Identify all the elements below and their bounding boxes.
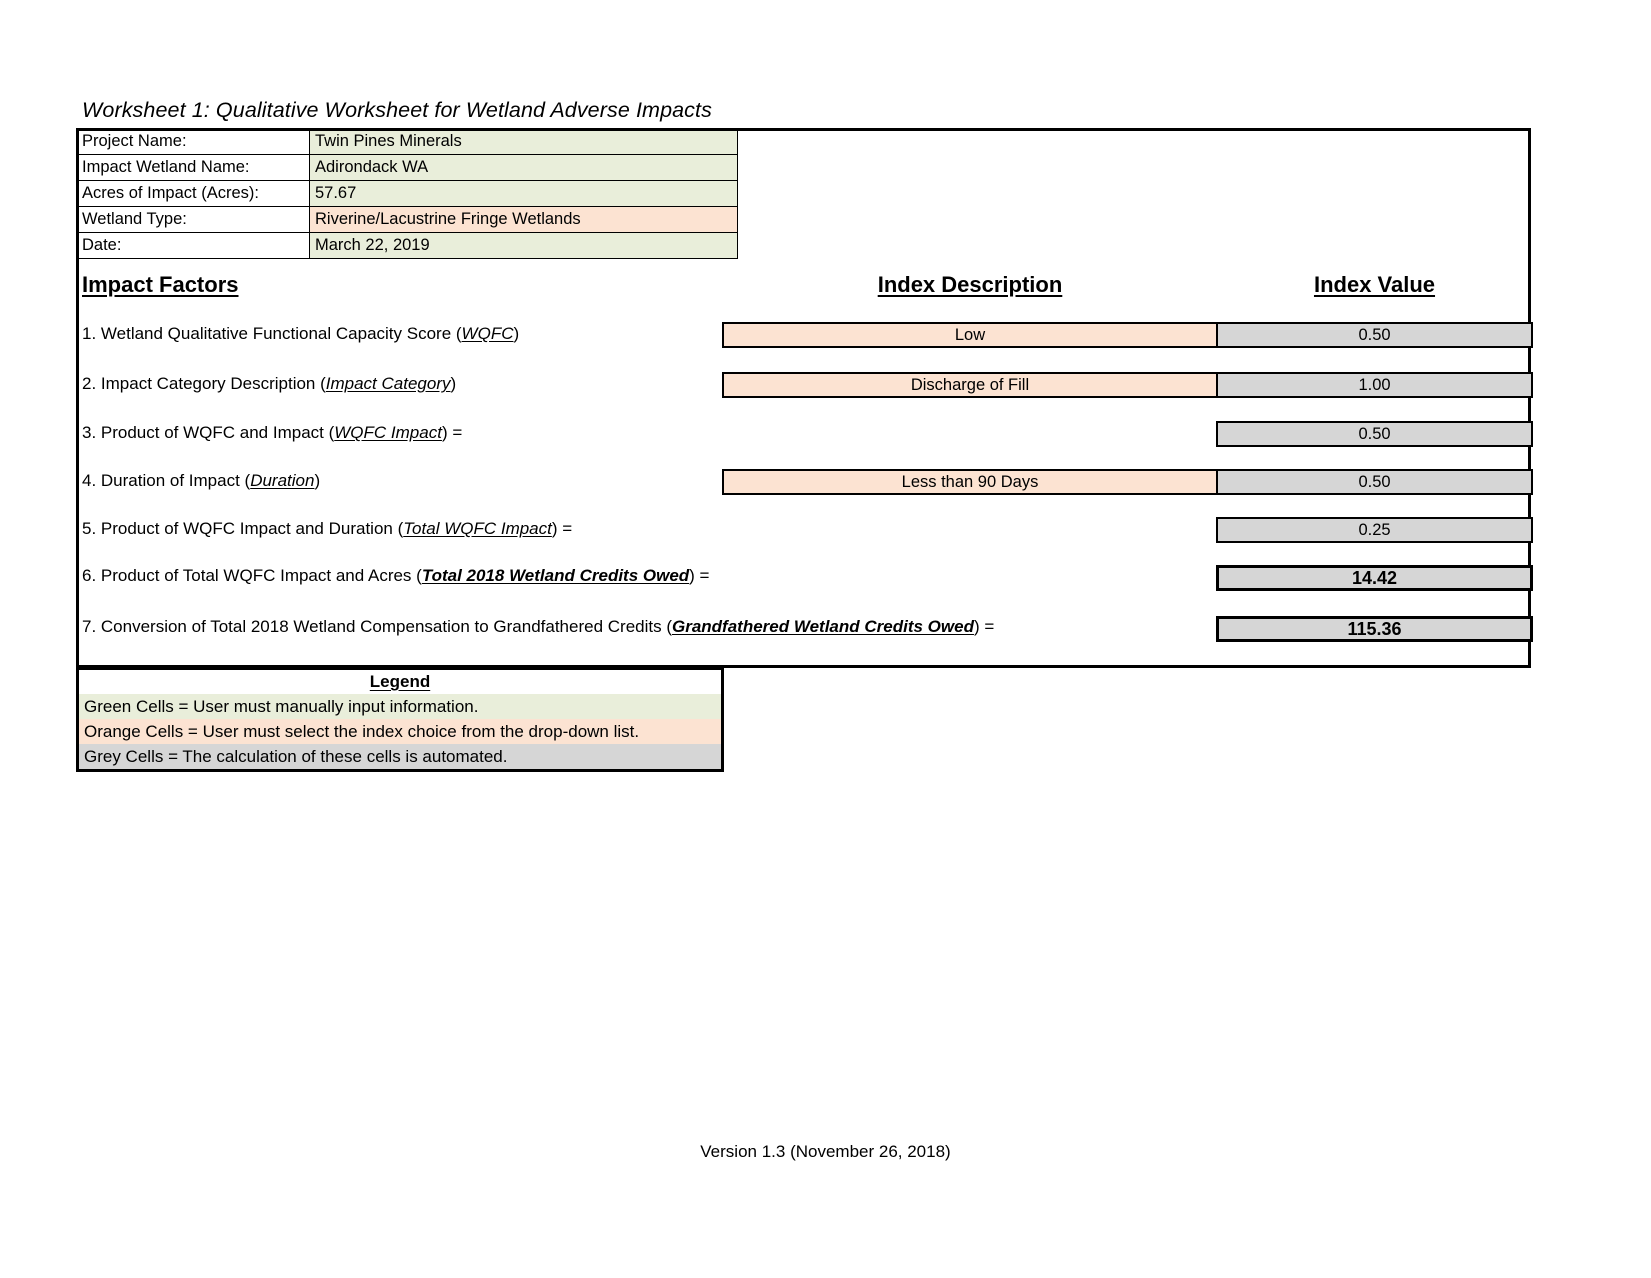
factor-term: Total 2018 Wetland Credits Owed [421, 566, 690, 585]
factor-text: 6. Product of Total WQFC Impact and Acre… [82, 566, 422, 585]
legend-title: Legend [79, 670, 721, 694]
legend-row: Green Cells = User must manually input i… [79, 694, 721, 719]
info-row: Impact Wetland Name: Adirondack WA [76, 154, 738, 181]
index-value-cell: 0.50 [1216, 421, 1533, 447]
column-header-impact-factors: Impact Factors [82, 272, 239, 297]
legend-row: Orange Cells = User must select the inde… [79, 719, 721, 744]
factor-text-suffix: ) = [551, 519, 573, 538]
info-row: Acres of Impact (Acres): 57.67 [76, 180, 738, 207]
factor-text: 1. Wetland Qualitative Functional Capaci… [82, 324, 462, 343]
info-label: Impact Wetland Name: [76, 154, 310, 181]
column-header-index-value: Index Value [1313, 272, 1436, 297]
factor-label: 2. Impact Category Description (Impact C… [82, 375, 456, 392]
info-label: Project Name: [76, 128, 310, 155]
factor-text-suffix: ) [314, 471, 321, 490]
index-value-cell: 1.00 [1216, 372, 1533, 398]
info-value-field[interactable]: Riverine/Lacustrine Fringe Wetlands [309, 206, 738, 233]
factor-text-suffix: ) [450, 374, 457, 393]
info-row: Wetland Type: Riverine/Lacustrine Fringe … [76, 206, 738, 233]
factor-term: Impact Category [325, 374, 451, 393]
index-value-cell: 0.25 [1216, 517, 1533, 543]
factor-term: Grandfathered Wetland Credits Owed [672, 617, 974, 636]
info-value-field[interactable]: March 22, 2019 [309, 232, 738, 259]
factor-text-suffix: ) [513, 324, 520, 343]
legend-row: Grey Cells = The calculation of these ce… [79, 744, 721, 769]
factor-text-suffix: ) = [689, 566, 710, 585]
factor-text-suffix: ) = [441, 423, 463, 442]
page-title: Worksheet 1: Qualitative Worksheet for W… [82, 98, 712, 122]
factor-text-suffix: ) = [973, 617, 995, 636]
factor-label: 3. Product of WQFC and Impact (WQFC Impa… [82, 424, 462, 441]
factor-term: WQFC [461, 324, 514, 343]
factor-text: 7. Conversion of Total 2018 Wetland Comp… [82, 617, 672, 636]
info-value-field[interactable]: Twin Pines Minerals [309, 128, 738, 155]
factor-label: 1. Wetland Qualitative Functional Capaci… [82, 325, 519, 342]
index-description-dropdown[interactable]: Low [722, 322, 1218, 348]
factor-term: Total WQFC Impact [403, 519, 552, 538]
info-row: Date: March 22, 2019 [76, 232, 738, 259]
factor-label: 6. Product of Total WQFC Impact and Acre… [82, 567, 709, 584]
version-footer: Version 1.3 (November 26, 2018) [700, 1142, 951, 1161]
index-value-cell: 14.42 [1216, 565, 1533, 591]
index-description-dropdown[interactable]: Less than 90 Days [722, 469, 1218, 495]
factor-text: 4. Duration of Impact ( [82, 471, 251, 490]
index-value-cell: 0.50 [1216, 322, 1533, 348]
legend-box: Legend Green Cells = User must manually … [76, 667, 724, 772]
project-info-table: Project Name: Twin Pines Minerals Impact W… [76, 128, 738, 259]
factor-label: 7. Conversion of Total 2018 Wetland Comp… [82, 618, 994, 635]
index-description-dropdown[interactable]: Discharge of Fill [722, 372, 1218, 398]
factor-text: 5. Product of WQFC Impact and Duration ( [82, 519, 404, 538]
factor-label: 5. Product of WQFC Impact and Duration (… [82, 520, 572, 537]
factor-label: 4. Duration of Impact (Duration) [82, 472, 320, 489]
factor-text: 3. Product of WQFC and Impact ( [82, 423, 335, 442]
column-header-index-description: Index Description [877, 272, 1063, 297]
info-value-field[interactable]: 57.67 [309, 180, 738, 207]
factor-term: WQFC Impact [334, 423, 442, 442]
factor-term: Duration [250, 471, 315, 490]
index-value-cell: 0.50 [1216, 469, 1533, 495]
index-value-cell: 115.36 [1216, 616, 1533, 642]
info-value-field[interactable]: Adirondack WA [309, 154, 738, 181]
info-row: Project Name: Twin Pines Minerals [76, 128, 738, 155]
factor-text: 2. Impact Category Description ( [82, 374, 326, 393]
info-label: Date: [76, 232, 310, 259]
info-label: Wetland Type: [76, 206, 310, 233]
info-label: Acres of Impact (Acres): [76, 180, 310, 207]
